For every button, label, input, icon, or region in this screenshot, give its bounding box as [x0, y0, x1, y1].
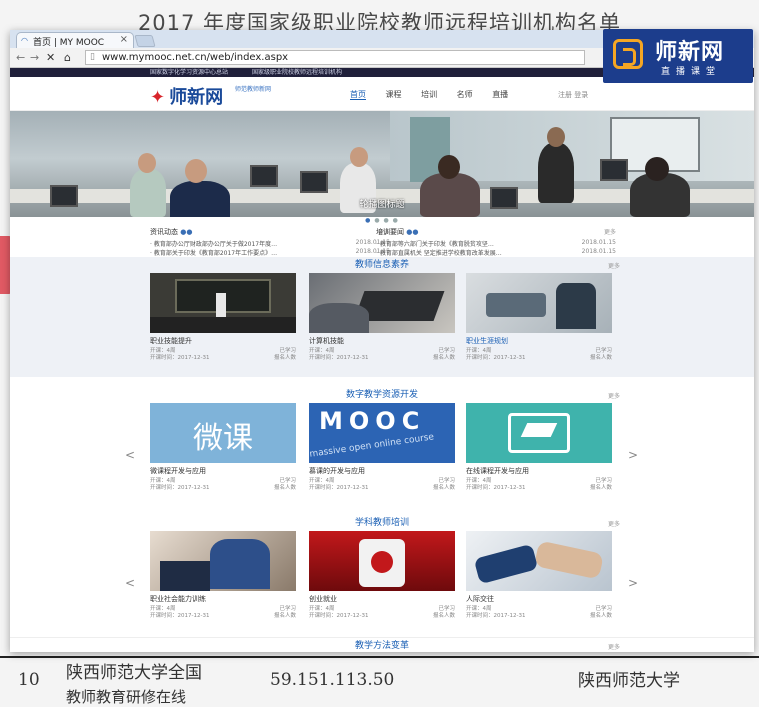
- banner-person: [538, 143, 574, 203]
- top-link[interactable]: 国家数字化学习资源中心总站: [150, 69, 228, 76]
- course-card[interactable]: 微课 微课程开发与应用 开课：4周 已学习 开课时间：2017-12-31 报名人数: [150, 403, 296, 491]
- section-title: 数字教学资源开发: [345, 390, 418, 400]
- organization: 陕西师范大学: [578, 671, 680, 691]
- section-title: 教学方法变革: [354, 641, 409, 651]
- course-thumbnail: MOOC massive open online course: [309, 403, 455, 463]
- course-card[interactable]: 职业生涯规划 开课：4周 已学习 开课时间：2017-12-31 报名人数: [466, 273, 612, 361]
- news-area: 资讯动态 ●● 更多 · 教育部办公厅财政部办公厅关于做2017年度… 2018.0…: [10, 225, 754, 257]
- watermark-logo: 师新网 直播课堂: [603, 29, 753, 83]
- section-subject-training: 学科教师培训 更多 < > 职业社会能力训练 开课：4周 已学习 开课时间：201…: [10, 515, 754, 637]
- back-icon[interactable]: ←: [16, 51, 25, 64]
- login-links[interactable]: 注册 登录: [558, 90, 588, 100]
- logo-icon: ✦: [150, 87, 166, 108]
- carousel-prev-icon[interactable]: <: [125, 448, 135, 462]
- course-card[interactable]: 在线课程开发与应用 开课：4周 已学习 开课时间：2017-12-31 报名人数: [466, 403, 612, 491]
- course-thumbnail: 微课: [150, 403, 296, 463]
- carousel-dots[interactable]: ● ● ● ●: [10, 217, 754, 225]
- top-link[interactable]: 国家级职业院校教师远程培训机构: [252, 69, 342, 76]
- banner-person: [138, 153, 156, 173]
- web-page: 国家数字化学习资源中心总站 国家级职业院校教师远程培训机构 ✦ 师新网 师范教师新…: [10, 68, 754, 652]
- browser-tab[interactable]: ◠ 首页 | MY MOOC ×: [16, 32, 134, 48]
- more-link[interactable]: 更多: [608, 519, 620, 528]
- close-tab-icon[interactable]: ×: [120, 34, 128, 45]
- course-card[interactable]: 计算机技能 开课：4周 已学习 开课时间：2017-12-31 报名人数: [309, 273, 455, 361]
- carousel-prev-icon[interactable]: <: [125, 576, 135, 590]
- section-info-literacy: 教师信息素养 更多 职业技能提升 开课：4周 已学习 开课时间：2017-12-3…: [10, 257, 754, 377]
- banner-monitor: [250, 165, 278, 187]
- section-teaching-methods: 教学方法变革 更多: [10, 637, 754, 652]
- watermark-name: 师新网: [655, 40, 725, 65]
- news-column-left: 资讯动态 ●● 更多 · 教育部办公厅财政部办公厅关于做2017年度… 2018.0…: [150, 228, 390, 257]
- hero-banner[interactable]: 轮播图标题: [10, 111, 754, 217]
- new-tab-button[interactable]: [134, 35, 156, 47]
- carousel-next-icon[interactable]: >: [628, 576, 638, 590]
- course-card[interactable]: 职业社会能力训练 开课：4周 已学习 开课时间：2017-12-31 报名人数: [150, 531, 296, 619]
- institution-name: 陕西师范大学全国: [66, 663, 202, 683]
- course-card[interactable]: 创业就业 开课：4周 已学习 开课时间：2017-12-31 报名人数: [309, 531, 455, 619]
- banner-person: [438, 155, 460, 179]
- play-logo-icon: [613, 39, 643, 69]
- favicon-icon: ◠: [21, 36, 28, 45]
- banner-person: [547, 127, 565, 147]
- watermark-sub: 直播课堂: [661, 67, 722, 77]
- logo-subtitle: 师范教师新网: [235, 86, 272, 93]
- nav-item-live[interactable]: 直播: [492, 90, 508, 99]
- course-thumbnail: [466, 403, 612, 463]
- nav-item-training[interactable]: 培训: [421, 90, 437, 99]
- course-thumbnail: [466, 531, 612, 591]
- carousel-next-icon[interactable]: >: [628, 448, 638, 462]
- more-link[interactable]: 更多: [608, 642, 620, 651]
- banner-monitor: [600, 159, 628, 181]
- course-thumbnail: [309, 531, 455, 591]
- institution-name-line2: 教师教育研修在线: [66, 688, 187, 706]
- more-link[interactable]: 更多: [608, 391, 620, 400]
- main-nav: 首页 课程 培训 名师 直播: [350, 89, 525, 100]
- course-card[interactable]: MOOC massive open online course 慕课的开发与应用…: [309, 403, 455, 491]
- browser-window: ◠ 首页 | MY MOOC × ← → ✕ ⌂ ▯ www.mymooc.ne…: [10, 30, 754, 652]
- home-icon[interactable]: ⌂: [64, 51, 71, 64]
- banner-person: [185, 159, 207, 183]
- news-item[interactable]: · 教育部直属机关 坚定推进学校教育改革发展… 2018.01.15: [376, 248, 616, 257]
- screenshot-root: 2017 年度国家级职业院校教师远程培训机构名单 10 陕西师范大学全国 教师教…: [0, 0, 759, 707]
- url-text: www.mymooc.net.cn/web/index.aspx: [102, 52, 289, 63]
- stop-icon[interactable]: ✕: [46, 51, 55, 64]
- row-number: 10: [18, 670, 40, 690]
- forward-icon[interactable]: →: [30, 51, 39, 64]
- news-column-right: 培训要闻 ●● 更多 · 教育部等六部门关于印发《教育脱贫攻坚… 2018.01.1…: [376, 227, 616, 257]
- site-logo[interactable]: ✦ 师新网: [150, 83, 223, 109]
- ip-address: 59.151.113.50: [270, 670, 395, 690]
- course-thumbnail: [309, 273, 455, 333]
- course-card[interactable]: 人际交往 开课：4周 已学习 开课时间：2017-12-31 报名人数: [466, 531, 612, 619]
- nav-item-teachers[interactable]: 名师: [457, 90, 473, 99]
- section-title: 教师信息素养: [354, 260, 409, 270]
- address-bar[interactable]: ▯ www.mymooc.net.cn/web/index.aspx: [85, 50, 585, 65]
- banner-person: [350, 147, 368, 167]
- course-thumbnail: [466, 273, 612, 333]
- nav-item-courses[interactable]: 课程: [386, 90, 402, 99]
- course-card[interactable]: 职业技能提升 开课：4周 已学习 开课时间：2017-12-31 报名人数: [150, 273, 296, 361]
- news-header: 资讯动态: [150, 228, 178, 236]
- news-header: 培训要闻: [376, 228, 404, 236]
- banner-person: [420, 173, 480, 217]
- banner-monitor: [300, 171, 328, 193]
- news-item[interactable]: · 教育部等六部门关于印发《教育脱贫攻坚… 2018.01.15: [376, 239, 616, 248]
- banner-person: [645, 157, 669, 181]
- nav-item-home[interactable]: 首页: [350, 90, 366, 100]
- course-thumbnail: [150, 273, 296, 333]
- course-thumbnail: [150, 531, 296, 591]
- news-item[interactable]: · 教育部关于印发《教育部2017年工作要点》… 2018.01.15: [150, 248, 390, 257]
- tab-title: 首页 | MY MOOC: [33, 38, 105, 48]
- more-link[interactable]: 更多: [608, 261, 620, 270]
- section-title: 学科教师培训: [354, 518, 409, 528]
- more-link[interactable]: 更多: [604, 227, 616, 236]
- section-digital-resources: 数字教学资源开发 更多 < > 微课 微课程开发与应用 开课：4周 已学习 开课时…: [10, 377, 754, 515]
- banner-caption: 轮播图标题: [359, 200, 405, 210]
- page-icon: ▯: [90, 52, 95, 62]
- news-item[interactable]: · 教育部办公厅财政部办公厅关于做2017年度… 2018.01.15: [150, 239, 390, 248]
